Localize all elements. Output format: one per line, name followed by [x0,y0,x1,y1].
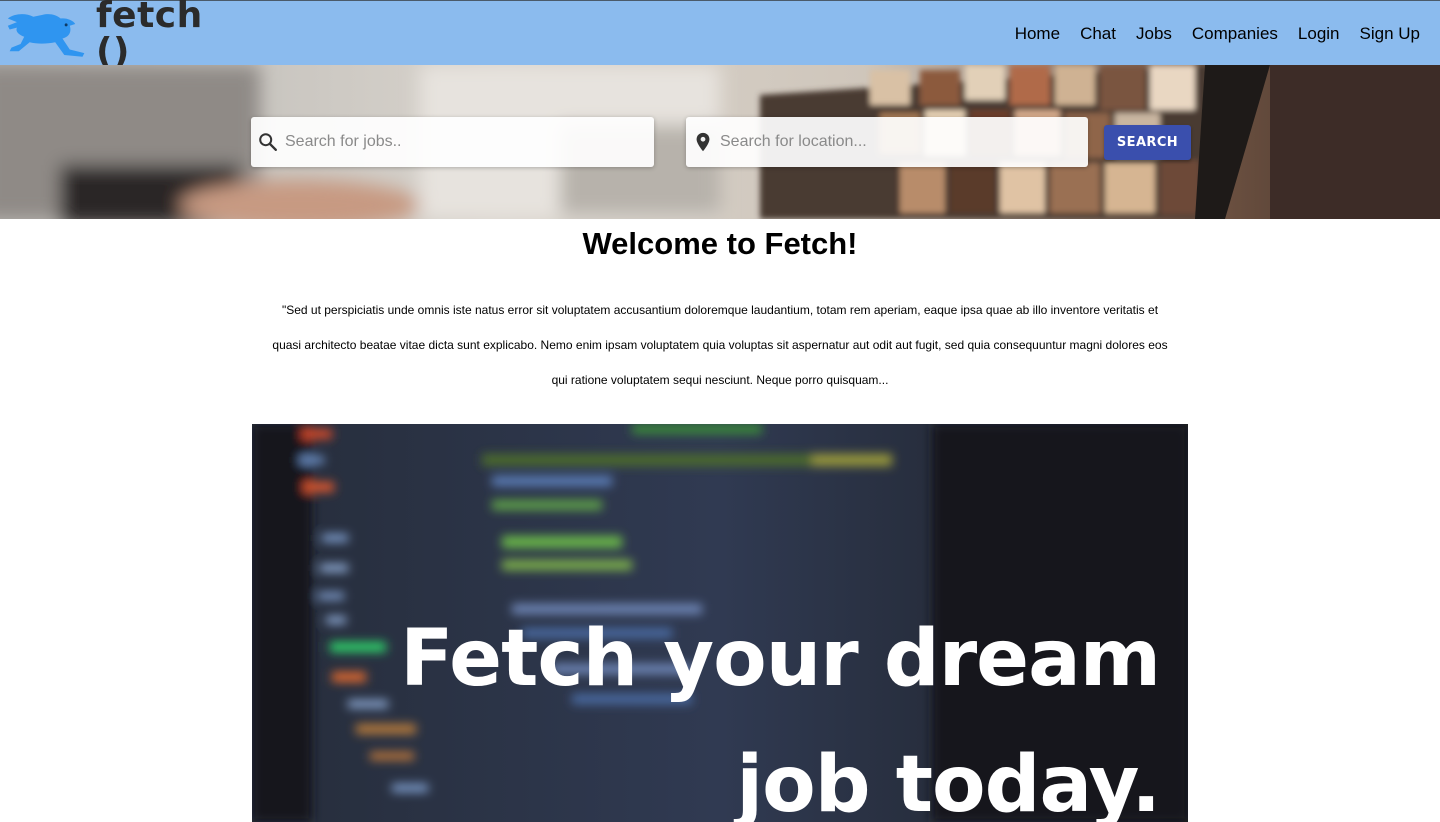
brand-logo[interactable]: fetch () [6,0,236,70]
top-navbar: fetch () Home Chat Jobs Companies Login … [0,0,1440,70]
nav-chat[interactable]: Chat [1080,24,1116,44]
nav-links: Home Chat Jobs Companies Login Sign Up [995,1,1420,66]
promo-banner: Fetch your dream job today. [252,424,1188,822]
location-search-box [686,117,1088,167]
nav-companies[interactable]: Companies [1192,24,1278,44]
intro-paragraph: "Sed ut perspiciatis unde omnis iste nat… [272,303,1168,387]
banner-headline-line-1: Fetch your dream [400,614,1161,704]
banner-headline-line-2: job today. [736,740,1161,822]
brand-name: fetch () [95,0,203,72]
search-button[interactable]: SEARCH [1104,125,1191,160]
flying-dog-logo-icon [7,14,85,57]
location-search-input[interactable] [720,122,1088,162]
nav-sign-up[interactable]: Sign Up [1360,24,1420,44]
job-search-input[interactable] [285,122,654,162]
location-pin-icon [696,132,710,152]
page-title: Welcome to Fetch! [582,226,858,261]
hero-search-section: SEARCH [0,65,1440,219]
nav-home[interactable]: Home [1015,24,1060,44]
search-icon [259,133,277,151]
nav-jobs[interactable]: Jobs [1136,24,1172,44]
job-search-box [251,117,654,167]
nav-login[interactable]: Login [1298,24,1340,44]
